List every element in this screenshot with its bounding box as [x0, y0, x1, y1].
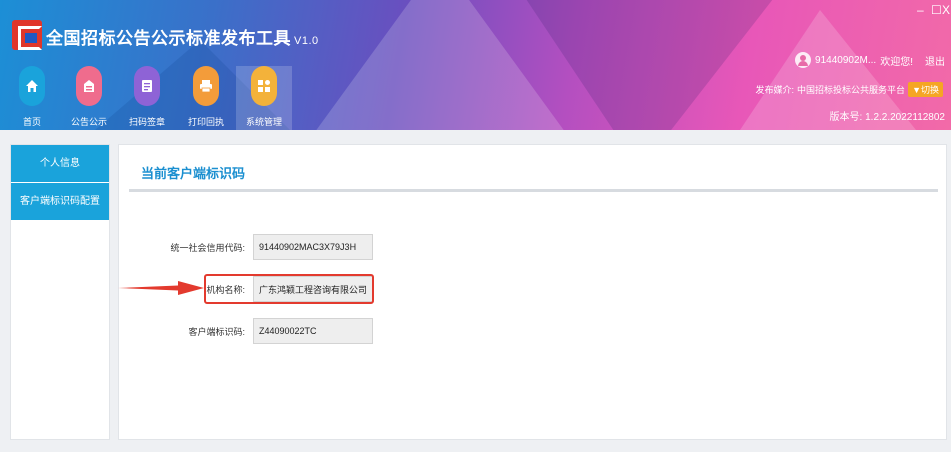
nav-item-system-manage[interactable]: 系统管理: [236, 66, 292, 130]
nav-label: 公告公示: [70, 117, 107, 127]
client-id-field[interactable]: [253, 318, 373, 344]
sidebar-item-personal-info[interactable]: 个人信息: [11, 145, 109, 183]
system-manage-icon: [251, 66, 277, 106]
sidebar-item-client-id-config[interactable]: 客户端标识码配置: [11, 183, 109, 221]
minimize-button[interactable]: –: [917, 3, 924, 17]
welcome-text: 欢迎您!: [880, 56, 913, 68]
app-logo-icon: [12, 20, 42, 50]
client-id-label-wrap: 客户端标识码:: [119, 317, 249, 343]
switch-button[interactable]: ▼切换: [908, 82, 943, 97]
highlight-box: [204, 274, 374, 304]
publisher-label: 发布媒介:: [755, 85, 795, 95]
pointer-arrow-icon: [118, 281, 204, 295]
title-divider: [129, 189, 938, 192]
page-title: 当前客户端标识码: [141, 166, 246, 181]
app-title: 全国招标公告公示标准发布工具 V1.0: [46, 24, 319, 49]
user-name: 91440902M...: [815, 54, 877, 66]
nav-label: 首页: [22, 117, 41, 127]
credit-code-label-wrap: 统一社会信用代码:: [119, 233, 249, 259]
sidebar: 个人信息 客户端标识码配置: [10, 144, 110, 440]
nav-item-scan-sign[interactable]: 扫码签章: [119, 66, 175, 130]
nav-label: 打印回执: [187, 117, 224, 127]
nav-item-announcement[interactable]: 公告公示: [61, 66, 117, 130]
nav-item-home[interactable]: 首页: [4, 66, 60, 130]
announcement-icon: [76, 66, 102, 106]
nav-label: 扫码签章: [128, 117, 165, 127]
app-version: V1.0: [294, 35, 319, 47]
scan-sign-icon: [134, 66, 160, 106]
switch-label: 切换: [920, 85, 939, 95]
logout-link[interactable]: 退出: [925, 53, 945, 68]
close-button[interactable]: X: [942, 3, 950, 17]
publisher-name: 中国招标投标公共服务平台: [797, 85, 906, 95]
credit-code-field[interactable]: [253, 234, 373, 260]
home-icon: [19, 66, 45, 106]
avatar-icon: [795, 52, 812, 68]
client-id-label: 客户端标识码:: [188, 327, 245, 337]
nav-item-print-receipt[interactable]: 打印回执: [178, 66, 234, 130]
publisher-line: 发布媒介: 中国招标投标公共服务平台 ▼切换: [756, 82, 943, 97]
nav-label: 系统管理: [245, 117, 282, 127]
credit-code-label: 统一社会信用代码:: [170, 243, 245, 253]
app-title-text: 全国招标公告公示标准发布工具: [46, 29, 291, 48]
app-header: 全国招标公告公示标准发布工具 V1.0 – ☐ X 首页 公告公示 扫码签章 打印…: [0, 0, 951, 130]
maximize-button[interactable]: ☐: [931, 3, 942, 17]
version-number: 版本号: 1.2.2.2022112802: [829, 112, 945, 123]
printer-icon: [193, 66, 219, 106]
user-area: 91440902M... 欢迎您! 退出: [795, 52, 945, 68]
